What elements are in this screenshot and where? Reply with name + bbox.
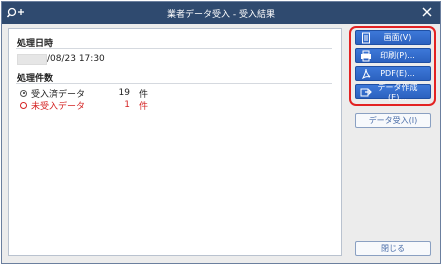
close-button[interactable]: 閉じる xyxy=(355,241,431,256)
import-data-button-label: データ受入(I) xyxy=(368,116,418,125)
masked-year xyxy=(17,53,47,65)
printer-icon xyxy=(359,50,373,62)
screen-button[interactable]: 画面(V) xyxy=(355,30,431,45)
accepted-data-row[interactable]: 受入済データ 19 件 xyxy=(20,87,148,100)
print-button-label: 印刷(P)... xyxy=(380,51,415,60)
pdf-icon xyxy=(359,68,373,80)
unaccepted-count: 1 xyxy=(124,100,130,110)
print-button[interactable]: 印刷(P)... xyxy=(355,48,431,63)
divider xyxy=(16,83,332,84)
accepted-radio[interactable] xyxy=(20,89,27,97)
processing-datetime-value: /08/23 17:30 xyxy=(47,54,105,64)
divider xyxy=(16,48,332,49)
create-data-button-label: データ作成(E)... xyxy=(377,82,418,102)
export-icon xyxy=(359,86,373,98)
title-bar: 業者データ受入 - 受入結果 xyxy=(2,2,440,24)
close-button-label: 閉じる xyxy=(381,244,405,253)
document-icon xyxy=(359,32,373,44)
unaccepted-radio[interactable] xyxy=(20,101,27,109)
unaccepted-unit: 件 xyxy=(139,101,149,112)
unaccepted-data-row[interactable]: 未受入データ 1 件 xyxy=(20,99,149,112)
accepted-count: 19 xyxy=(118,88,130,98)
import-data-button[interactable]: データ受入(I) xyxy=(355,113,431,128)
create-data-button[interactable]: データ作成(E)... xyxy=(355,82,431,102)
unaccepted-label: 未受入データ xyxy=(31,101,86,112)
screen-button-label: 画面(V) xyxy=(383,33,412,42)
close-window-icon[interactable] xyxy=(420,5,434,19)
window-title: 業者データ受入 - 受入結果 xyxy=(167,10,275,20)
processing-datetime-row: /08/23 17:30 xyxy=(17,53,105,65)
pdf-button-label: PDF(E)... xyxy=(380,69,415,78)
pdf-button[interactable]: PDF(E)... xyxy=(355,66,431,81)
